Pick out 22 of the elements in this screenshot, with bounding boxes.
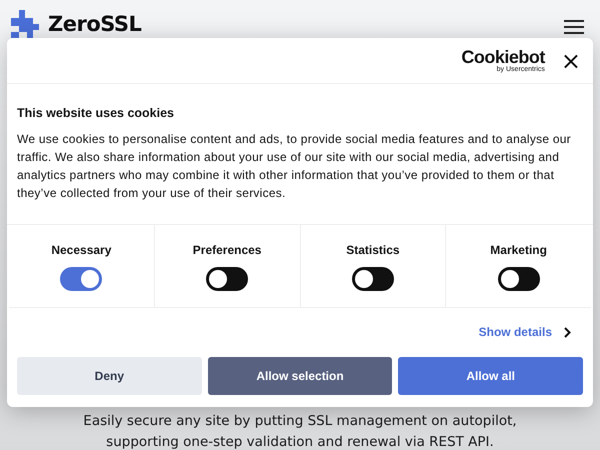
toggle-switch[interactable]	[206, 267, 248, 291]
toggle-switch[interactable]	[498, 267, 540, 291]
category-label: Statistics	[346, 243, 400, 257]
menu-icon[interactable]	[564, 19, 584, 35]
dialog-title: This website uses cookies	[17, 106, 176, 120]
category-label: Preferences	[192, 243, 262, 257]
category-label: Necessary	[51, 243, 112, 257]
cookie-description: We use cookies to personalise content and ads, to provide social media features and to analyse our traffic. We also share information about your use of our site with our social media, advertising and analytics partners who may combine it with other information that you’ve provided to them or that they’ve collected from your use of their services.	[17, 131, 572, 202]
chevron-right-icon	[564, 326, 571, 338]
brand-name: Cookiebot	[461, 48, 545, 66]
category-label: Marketing	[490, 243, 547, 257]
puzzle-logo-icon	[11, 10, 39, 38]
tagline-text: Easily secure any site by putting SSL management on autopilot,	[83, 412, 517, 431]
site-logo-text[interactable]: ZeroSSL	[48, 12, 142, 36]
consent-button[interactable]: Allow selection	[208, 357, 392, 395]
consent-button[interactable]: Allow all	[398, 357, 584, 395]
close-button[interactable]: ×	[558, 48, 583, 72]
toggle-switch[interactable]	[60, 267, 102, 291]
toggle-switch[interactable]	[352, 267, 394, 291]
tagline-text: supporting one-step validation and renewal via REST API.	[106, 433, 494, 450]
show-details-link[interactable]: Show details	[478, 325, 552, 339]
consent-button[interactable]: Deny	[17, 357, 202, 395]
